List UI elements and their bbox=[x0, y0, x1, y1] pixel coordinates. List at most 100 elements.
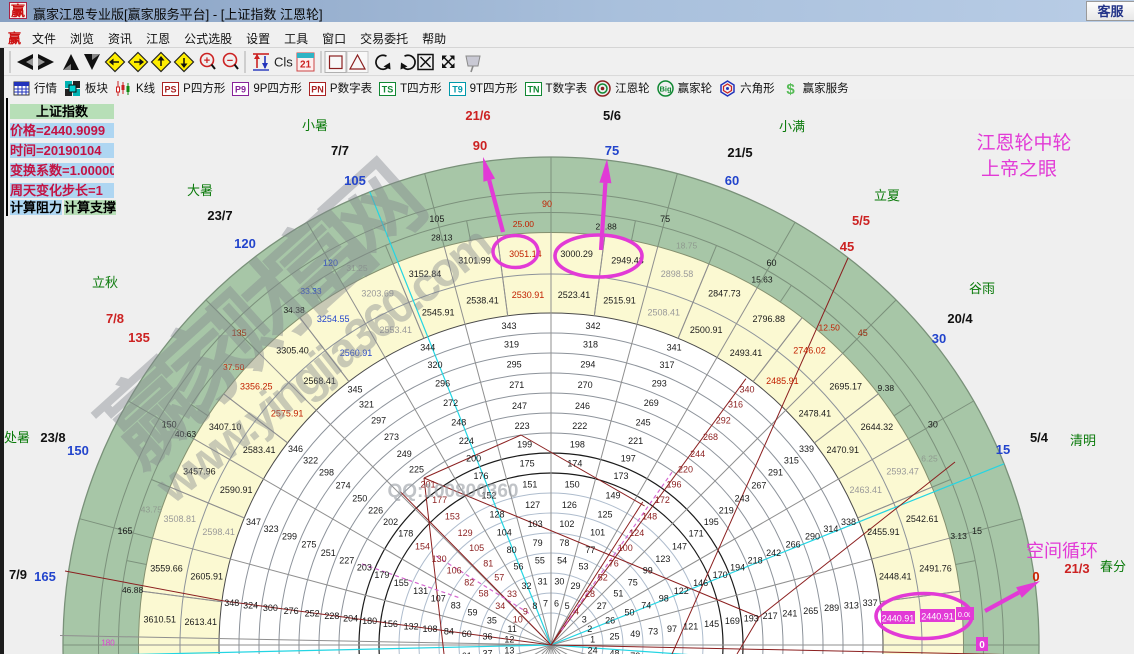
svg-text:249: 249 bbox=[397, 449, 412, 459]
svg-text:73: 73 bbox=[648, 627, 658, 637]
svg-text:12.50: 12.50 bbox=[819, 323, 841, 333]
svg-text:21/5: 21/5 bbox=[727, 145, 752, 160]
svg-text:28: 28 bbox=[585, 589, 595, 599]
svg-text:2470.91: 2470.91 bbox=[827, 445, 860, 455]
svg-text:TS: TS bbox=[382, 84, 394, 94]
svg-text:57: 57 bbox=[494, 573, 504, 583]
svg-text:7/9: 7/9 bbox=[9, 567, 27, 582]
svg-text:268: 268 bbox=[703, 432, 718, 442]
svg-text:273: 273 bbox=[384, 432, 399, 442]
svg-text:79: 79 bbox=[533, 538, 543, 548]
svg-text:228: 228 bbox=[324, 611, 339, 621]
svg-text:169: 169 bbox=[725, 616, 740, 626]
svg-text:251: 251 bbox=[321, 548, 336, 558]
svg-text:+: + bbox=[204, 55, 210, 67]
svg-text:165: 165 bbox=[117, 526, 132, 536]
svg-text:11: 11 bbox=[508, 624, 517, 634]
svg-text:2644.32: 2644.32 bbox=[861, 422, 894, 432]
svg-text:36: 36 bbox=[482, 632, 492, 642]
svg-text:江恩轮中轮: 江恩轮中轮 bbox=[976, 132, 1071, 154]
svg-text:343: 343 bbox=[501, 321, 516, 331]
svg-text:5: 5 bbox=[565, 601, 570, 611]
svg-text:124: 124 bbox=[629, 528, 644, 538]
svg-text:2590.91: 2590.91 bbox=[220, 485, 253, 495]
svg-text:120: 120 bbox=[234, 236, 256, 251]
svg-text:345: 345 bbox=[347, 385, 362, 395]
svg-text:319: 319 bbox=[504, 340, 519, 350]
svg-text:3000.29: 3000.29 bbox=[560, 249, 593, 259]
svg-text:23/7: 23/7 bbox=[207, 208, 232, 223]
svg-text:2598.41: 2598.41 bbox=[202, 527, 235, 537]
svg-text:318: 318 bbox=[583, 340, 598, 350]
svg-text:247: 247 bbox=[512, 401, 527, 411]
svg-text:322: 322 bbox=[303, 456, 318, 466]
svg-text:春分: 春分 bbox=[1100, 559, 1126, 574]
svg-text:297: 297 bbox=[371, 416, 386, 426]
svg-text:129: 129 bbox=[458, 528, 473, 538]
svg-text:241: 241 bbox=[782, 609, 797, 619]
svg-text:10: 10 bbox=[513, 614, 523, 624]
svg-text:121: 121 bbox=[683, 622, 698, 632]
svg-text:21.88: 21.88 bbox=[595, 222, 617, 232]
svg-text:339: 339 bbox=[799, 444, 814, 454]
svg-text:75: 75 bbox=[660, 214, 670, 224]
svg-text:2508.41: 2508.41 bbox=[648, 308, 681, 318]
svg-text:Cls: Cls bbox=[274, 55, 293, 70]
svg-text:323: 323 bbox=[264, 524, 279, 534]
svg-text:7: 7 bbox=[543, 598, 548, 608]
svg-text:180: 180 bbox=[362, 616, 377, 626]
svg-text:105: 105 bbox=[469, 543, 484, 553]
svg-text:248: 248 bbox=[451, 417, 466, 427]
svg-text:56: 56 bbox=[513, 562, 523, 572]
svg-text:107: 107 bbox=[431, 593, 446, 603]
svg-text:13: 13 bbox=[504, 646, 514, 654]
svg-text:45: 45 bbox=[858, 328, 868, 338]
svg-text:130: 130 bbox=[432, 554, 447, 564]
svg-text:101: 101 bbox=[590, 527, 605, 537]
svg-text:90: 90 bbox=[542, 199, 552, 209]
svg-text:131: 131 bbox=[413, 586, 428, 596]
svg-text:103: 103 bbox=[528, 519, 543, 529]
svg-text:245: 245 bbox=[636, 417, 651, 427]
svg-text:100: 100 bbox=[618, 543, 633, 553]
svg-text:76: 76 bbox=[609, 558, 619, 568]
svg-text:299: 299 bbox=[282, 532, 297, 542]
svg-text:123: 123 bbox=[655, 554, 670, 564]
svg-text:90: 90 bbox=[473, 138, 487, 153]
svg-text:2605.91: 2605.91 bbox=[190, 572, 223, 582]
svg-text:谷雨: 谷雨 bbox=[969, 281, 995, 296]
svg-text:150: 150 bbox=[67, 443, 89, 458]
svg-text:242: 242 bbox=[766, 548, 781, 558]
svg-text:176: 176 bbox=[473, 471, 488, 481]
svg-text:2493.41: 2493.41 bbox=[730, 348, 763, 358]
svg-text:51: 51 bbox=[613, 588, 623, 598]
svg-text:227: 227 bbox=[339, 555, 354, 565]
svg-text:50: 50 bbox=[624, 608, 634, 618]
svg-text:224: 224 bbox=[459, 436, 474, 446]
svg-text:48: 48 bbox=[609, 648, 619, 654]
svg-text:338: 338 bbox=[841, 517, 856, 527]
svg-text:TN: TN bbox=[527, 84, 539, 94]
svg-text:Big: Big bbox=[659, 84, 672, 93]
svg-text:3: 3 bbox=[582, 614, 587, 624]
svg-text:15.63: 15.63 bbox=[751, 275, 773, 285]
svg-text:3508.81: 3508.81 bbox=[164, 514, 197, 524]
svg-text:272: 272 bbox=[443, 398, 458, 408]
svg-text:196: 196 bbox=[666, 480, 681, 490]
svg-text:180: 180 bbox=[101, 639, 115, 648]
svg-text:126: 126 bbox=[562, 500, 577, 510]
svg-text:30: 30 bbox=[932, 331, 946, 346]
svg-text:220: 220 bbox=[678, 465, 693, 475]
svg-text:QQ:100800360: QQ:100800360 bbox=[388, 481, 519, 502]
svg-text:195: 195 bbox=[704, 517, 719, 527]
svg-text:250: 250 bbox=[352, 493, 367, 503]
svg-text:PS: PS bbox=[165, 84, 177, 94]
svg-text:2440.91: 2440.91 bbox=[921, 612, 954, 622]
svg-text:341: 341 bbox=[667, 343, 682, 353]
svg-text:147: 147 bbox=[672, 541, 687, 551]
svg-text:82: 82 bbox=[464, 577, 474, 587]
svg-text:4: 4 bbox=[574, 607, 579, 617]
svg-text:125: 125 bbox=[597, 510, 612, 520]
svg-text:171: 171 bbox=[689, 529, 704, 539]
svg-text:6.25: 6.25 bbox=[921, 453, 938, 463]
